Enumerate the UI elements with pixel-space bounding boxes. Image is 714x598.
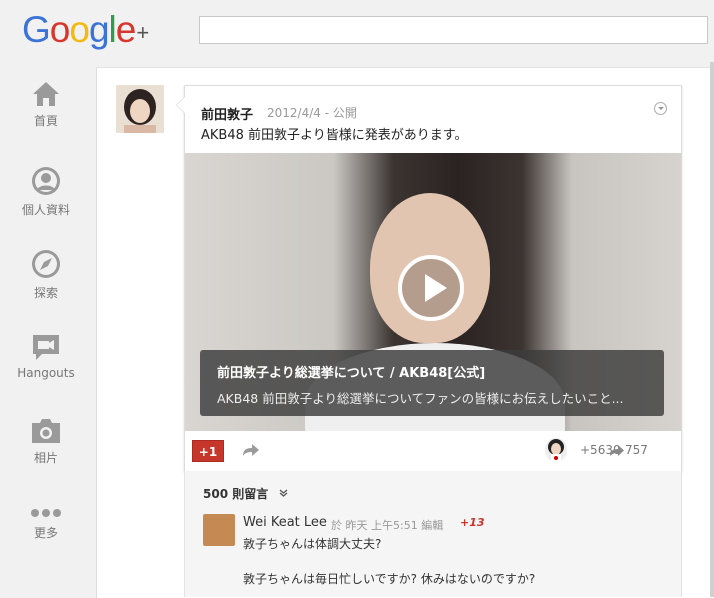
avatar-photo [116, 85, 164, 133]
nav-item-explore[interactable]: 探索 [0, 248, 92, 301]
nav-label: 更多 [33, 526, 58, 540]
post-text: AKB48 前田敦子より皆様に発表があります。 [201, 128, 468, 143]
post-card: 前田敦子 2012/4/4 - 公開 AKB48 前田敦子より皆様に発表がありま… [176, 85, 682, 472]
left-nav: 首頁 個人資料 探索 Hangouts 相片 更多 [0, 62, 92, 597]
top-bar: Google+ [0, 0, 714, 62]
scrollbar[interactable] [710, 62, 714, 597]
share-count-icon [610, 445, 624, 456]
video-description: AKB48 前田敦子より総選挙についてファンの皆様にお伝えしたいこと... [217, 391, 624, 406]
play-icon[interactable] [398, 255, 464, 321]
post-meta[interactable]: 2012/4/4 - 公開 [267, 104, 357, 121]
nav-label: 探索 [33, 286, 58, 300]
comment-text: 敦子ちゃんは体調大丈夫? [243, 537, 382, 551]
nav-label: Hangouts [17, 366, 75, 380]
nav-item-hangouts[interactable]: Hangouts [0, 332, 92, 380]
nav-label: 個人資料 [21, 203, 70, 217]
profile-icon [32, 167, 60, 195]
avatar-photo [548, 439, 564, 462]
search-input[interactable] [199, 16, 708, 44]
commenter-name[interactable]: Wei Keat Lee [243, 515, 327, 530]
google-plus-logo[interactable]: Google+ [22, 10, 149, 50]
post-actions: +1 +5630 757 [185, 431, 681, 471]
plus-oner-avatar[interactable] [545, 438, 567, 462]
compass-icon [32, 250, 60, 278]
video-title[interactable]: 前田敦子より総選挙について / AKB48[公式] [217, 362, 485, 381]
hangouts-icon [33, 335, 59, 360]
share-count[interactable]: 757 [625, 443, 648, 457]
nav-item-more[interactable]: 更多 [0, 506, 92, 541]
nav-item-home[interactable]: 首頁 [0, 80, 92, 129]
more-icon [31, 509, 61, 517]
share-icon[interactable] [242, 443, 260, 457]
comment-plus-count[interactable]: +13 [460, 516, 485, 529]
video-embed[interactable]: 前田敦子より総選挙について / AKB48[公式] AKB48 前田敦子より総選… [185, 153, 681, 431]
comment-text: 敦子ちゃんは毎日忙しいですか? 休みはないのですか? [243, 572, 536, 586]
nav-label: 首頁 [33, 114, 58, 128]
camera-icon [32, 419, 60, 443]
commenter-avatar[interactable] [203, 514, 235, 546]
comments-section: 500 則留言 Wei Keat Lee 於 昨天 上午5:51 編輯 +13 … [184, 471, 682, 597]
comment-meta: 於 昨天 上午5:51 編輯 [331, 519, 444, 532]
home-icon [33, 82, 59, 106]
author-avatar[interactable] [116, 85, 164, 133]
nav-label: 相片 [33, 451, 58, 465]
nav-item-photos[interactable]: 相片 [0, 417, 92, 466]
post-menu-icon[interactable] [654, 102, 667, 115]
nav-item-profile[interactable]: 個人資料 [0, 165, 92, 218]
video-caption[interactable]: 前田敦子より総選挙について / AKB48[公式] AKB48 前田敦子より総選… [200, 350, 664, 416]
post-author[interactable]: 前田敦子 [201, 104, 253, 123]
comment-count[interactable]: 500 則留言 [203, 485, 268, 502]
plus-one-button[interactable]: +1 [192, 440, 224, 462]
chevron-down-icon[interactable] [279, 489, 288, 497]
